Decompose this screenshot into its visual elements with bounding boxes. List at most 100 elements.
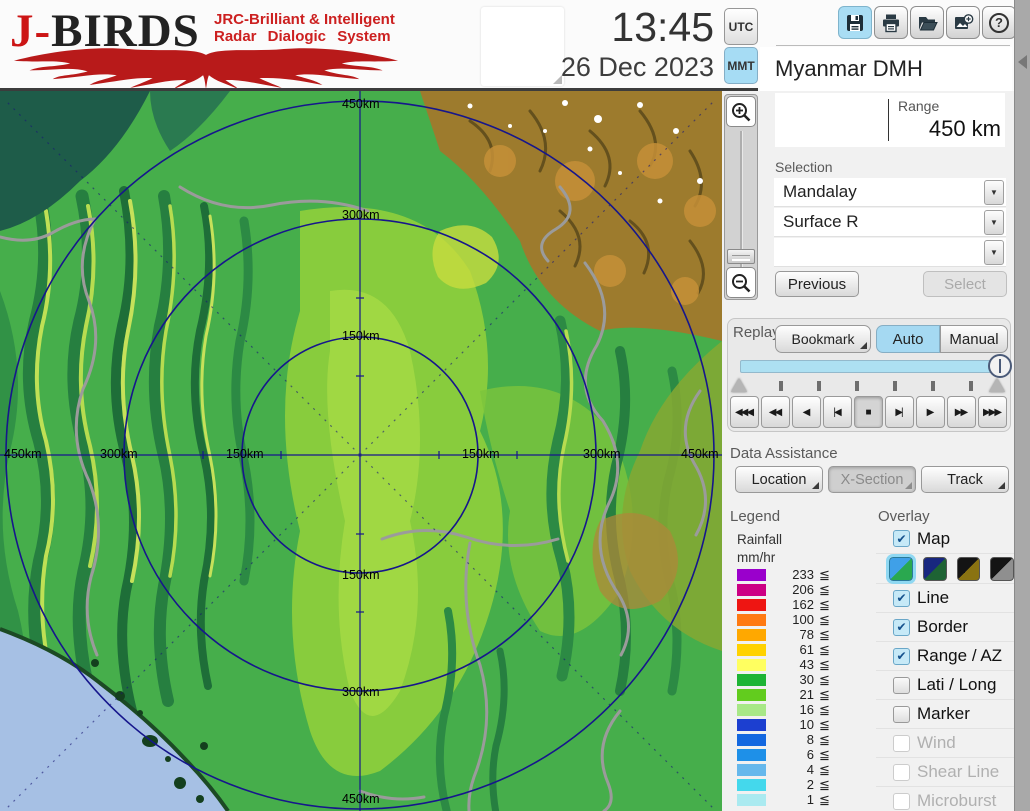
play-reverse-button[interactable]: ◀ [792, 396, 821, 428]
range-end-marker[interactable] [989, 378, 1005, 392]
replay-progress-slider[interactable] [740, 360, 1002, 373]
clock-date: 26 Dec 2023 [440, 52, 714, 83]
previous-button[interactable]: Previous [775, 271, 859, 297]
range-display: Range 450 km [775, 93, 1005, 147]
legend-level: 43≦ [726, 657, 866, 672]
legend-swatch [737, 689, 766, 701]
overlay-row-wind: Wind [876, 728, 1014, 757]
border-checkbox[interactable]: ✔ [893, 619, 910, 636]
legend-swatch [737, 659, 766, 671]
forward-button[interactable]: ▶▶ [947, 396, 976, 428]
chevron-down-icon[interactable]: ▼ [984, 180, 1004, 205]
utc-button[interactable]: UTC [724, 8, 758, 45]
legend-swatch [737, 569, 766, 581]
logo-tagline: JRC-Brilliant & Intelligent Radar Dialog… [214, 11, 395, 45]
save-button[interactable] [838, 6, 872, 39]
range-start-marker[interactable] [731, 378, 747, 392]
select-button[interactable]: Select [923, 271, 1007, 297]
legend-swatch [737, 704, 766, 716]
overlay-row-range-az[interactable]: ✔Range / AZ [876, 641, 1014, 670]
legend-level: 1≦ [726, 792, 866, 807]
step-forward-button[interactable]: ▶| [885, 396, 914, 428]
auto-button[interactable]: Auto [876, 325, 940, 353]
replay-label: Replay [733, 324, 780, 341]
slider-tick [817, 381, 821, 391]
slider-tick [969, 381, 973, 391]
zoom-slider-handle[interactable] [727, 249, 755, 264]
print-button[interactable] [874, 6, 908, 39]
range-divider [888, 99, 889, 141]
overlay-row-border[interactable]: ✔Border [876, 612, 1014, 641]
overlay-row-shear-line: Shear Line [876, 757, 1014, 786]
line-checkbox[interactable]: ✔ [893, 590, 910, 607]
overlay-row-map[interactable]: ✔Map [876, 524, 1014, 553]
range-az-checkbox[interactable]: ✔ [893, 648, 910, 665]
map-style-swatch-4[interactable] [990, 557, 1014, 581]
logo-tagline-1: JRC-Brilliant & Intelligent [214, 11, 395, 28]
legend-swatch [737, 764, 766, 776]
legend-unit-sub: mm/hr [737, 550, 775, 565]
ring-label: 450km [4, 447, 42, 461]
location-button[interactable]: Location [735, 466, 823, 493]
overlay-row-lati-long[interactable]: Lati / Long [876, 670, 1014, 699]
overlay-row-line[interactable]: ✔Line [876, 583, 1014, 612]
eagle-logo-icon [12, 45, 400, 89]
microburst-checkbox [893, 793, 910, 810]
zoom-out-icon [730, 272, 752, 294]
legend-swatch [737, 674, 766, 686]
overlay-row-microburst: Microburst [876, 786, 1014, 811]
open-file-button[interactable] [910, 6, 944, 39]
legend-scale: 233≦ 206≦ 162≦ 100≦ 78≦ 61≦ 43≦ 30≦ 21≦ … [726, 567, 866, 807]
rewind-button[interactable]: ◀◀ [761, 396, 790, 428]
bookmark-button[interactable]: Bookmark [775, 325, 871, 353]
legend-level: 2≦ [726, 777, 866, 792]
overlay-row-marker[interactable]: Marker [876, 699, 1014, 728]
play-button[interactable]: ▶ [916, 396, 945, 428]
zoom-in-button[interactable] [726, 96, 756, 127]
ring-label: 300km [342, 208, 380, 222]
legend-swatch [737, 629, 766, 641]
legend-level: 8≦ [726, 732, 866, 747]
legend-level: 16≦ [726, 702, 866, 717]
site-dropdown[interactable]: Mandalay ▼ [774, 178, 1006, 207]
slider-handle[interactable] [988, 354, 1012, 378]
legend-swatch [737, 794, 766, 806]
legend-level: 6≦ [726, 747, 866, 762]
legend-level: 4≦ [726, 762, 866, 777]
lati-long-checkbox[interactable] [893, 677, 910, 694]
track-button[interactable]: Track [921, 466, 1009, 493]
step-back-button[interactable]: |◀ [823, 396, 852, 428]
help-button[interactable]: ? [982, 6, 1016, 39]
chevron-down-icon[interactable]: ▼ [984, 210, 1004, 235]
panel-collapse-strip[interactable] [1014, 0, 1030, 811]
x-section-button[interactable]: X-Section [828, 466, 916, 493]
range-value: 450 km [929, 116, 1001, 142]
add-image-button[interactable] [946, 6, 980, 39]
mmt-button[interactable]: MMT [724, 47, 758, 84]
map-style-swatch-3[interactable] [957, 557, 981, 581]
legend-swatch [737, 749, 766, 761]
map-checkbox[interactable]: ✔ [893, 530, 910, 547]
shear-line-checkbox [893, 764, 910, 781]
forward-fast-button[interactable]: ▶▶▶ [978, 396, 1007, 428]
map-style-swatch-1[interactable] [889, 557, 913, 581]
zoom-out-button[interactable] [726, 267, 756, 298]
ring-label: 150km [462, 447, 500, 461]
legend-level: 206≦ [726, 582, 866, 597]
site-dropdown-value: Mandalay [774, 182, 984, 202]
marker-checkbox[interactable] [893, 706, 910, 723]
map-style-swatch-2[interactable] [923, 557, 947, 581]
ring-label: 450km [342, 97, 380, 111]
slider-tick [931, 381, 935, 391]
rewind-fast-button[interactable]: ◀◀◀ [730, 396, 759, 428]
chevron-down-icon[interactable]: ▼ [984, 240, 1004, 265]
radar-map-view[interactable]: 450km 300km 150km 150km 300km 450km 450k… [0, 91, 722, 811]
legend-swatch [737, 599, 766, 611]
ring-label: 450km [681, 447, 719, 461]
stop-button[interactable]: ■ [854, 396, 883, 428]
legend-swatch [737, 779, 766, 791]
extra-dropdown[interactable]: ▼ [774, 238, 1006, 267]
legend-level: 162≦ [726, 597, 866, 612]
product-dropdown[interactable]: Surface R ▼ [774, 208, 1006, 237]
manual-button[interactable]: Manual [940, 325, 1008, 353]
